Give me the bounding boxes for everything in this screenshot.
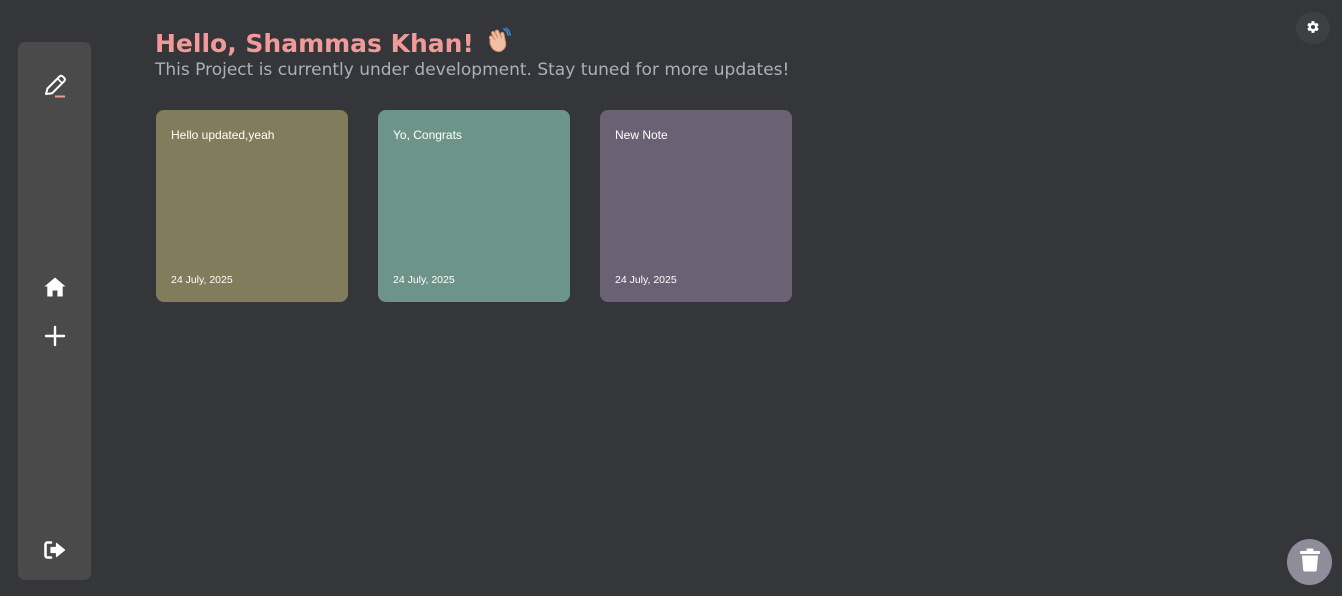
home-icon[interactable]	[43, 276, 67, 298]
note-title: New Note	[615, 128, 668, 142]
sidebar	[18, 42, 91, 580]
page-title: Hello, Shammas Khan!	[155, 26, 512, 60]
settings-button[interactable]	[1296, 12, 1330, 44]
note-card[interactable]: Yo, Congrats 24 July, 2025	[378, 110, 570, 302]
waving-hand-icon	[484, 26, 512, 60]
note-date: 24 July, 2025	[615, 274, 677, 286]
note-title: Hello updated,yeah	[171, 128, 275, 142]
note-date: 24 July, 2025	[393, 274, 455, 286]
notes-grid: Hello updated,yeah 24 July, 2025 Yo, Con…	[156, 110, 792, 302]
pen-icon[interactable]	[41, 72, 69, 100]
logout-icon[interactable]	[43, 540, 67, 560]
note-date: 24 July, 2025	[171, 274, 233, 286]
note-card[interactable]: New Note 24 July, 2025	[600, 110, 792, 302]
trash-button[interactable]	[1287, 539, 1332, 585]
app-root: Hello, Shammas Khan! This Project is cur…	[0, 0, 1342, 596]
note-card[interactable]: Hello updated,yeah 24 July, 2025	[156, 110, 348, 302]
gear-icon	[1306, 19, 1320, 38]
note-title: Yo, Congrats	[393, 128, 462, 142]
trash-icon	[1299, 548, 1321, 576]
greeting-text: Hello, Shammas Khan!	[155, 28, 474, 58]
plus-icon[interactable]	[44, 325, 66, 347]
page-subtitle: This Project is currently under developm…	[155, 60, 790, 80]
